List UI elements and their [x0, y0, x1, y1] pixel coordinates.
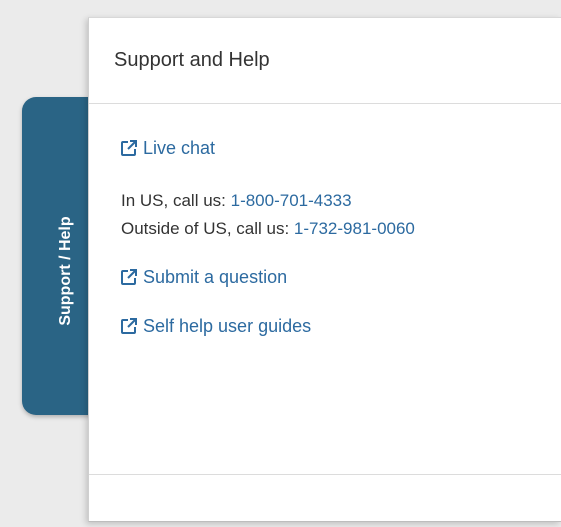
external-link-icon — [119, 316, 139, 336]
us-phone-link[interactable]: 1-800-701-4333 — [231, 191, 352, 210]
self-help-guides-link[interactable]: Self help user guides — [119, 314, 311, 338]
live-chat-label: Live chat — [143, 138, 216, 158]
international-phone-link[interactable]: 1-732-981-0060 — [294, 219, 415, 238]
panel-footer-divider — [89, 474, 561, 475]
support-help-panel: Support and Help Live chat In US, call u… — [88, 17, 561, 522]
live-chat-link[interactable]: Live chat — [119, 136, 215, 160]
panel-header: Support and Help — [89, 18, 561, 104]
call-outside-prefix: Outside of US, call us: — [121, 219, 294, 238]
submit-question-link[interactable]: Submit a question — [119, 265, 287, 289]
page: Support / Help Support and Help Live cha… — [0, 0, 561, 527]
self-help-guides-label: Self help user guides — [143, 316, 312, 336]
call-us-prefix: In US, call us: — [121, 191, 231, 210]
panel-title: Support and Help — [114, 49, 270, 71]
submit-question-label: Submit a question — [143, 267, 288, 287]
call-outside-line: Outside of US, call us: 1-732-981-0060 — [121, 218, 415, 240]
support-help-tab-label: Support / Help — [57, 216, 74, 326]
call-us-line: In US, call us: 1-800-701-4333 — [121, 190, 352, 212]
external-link-icon — [119, 267, 139, 287]
external-link-icon — [119, 138, 139, 158]
